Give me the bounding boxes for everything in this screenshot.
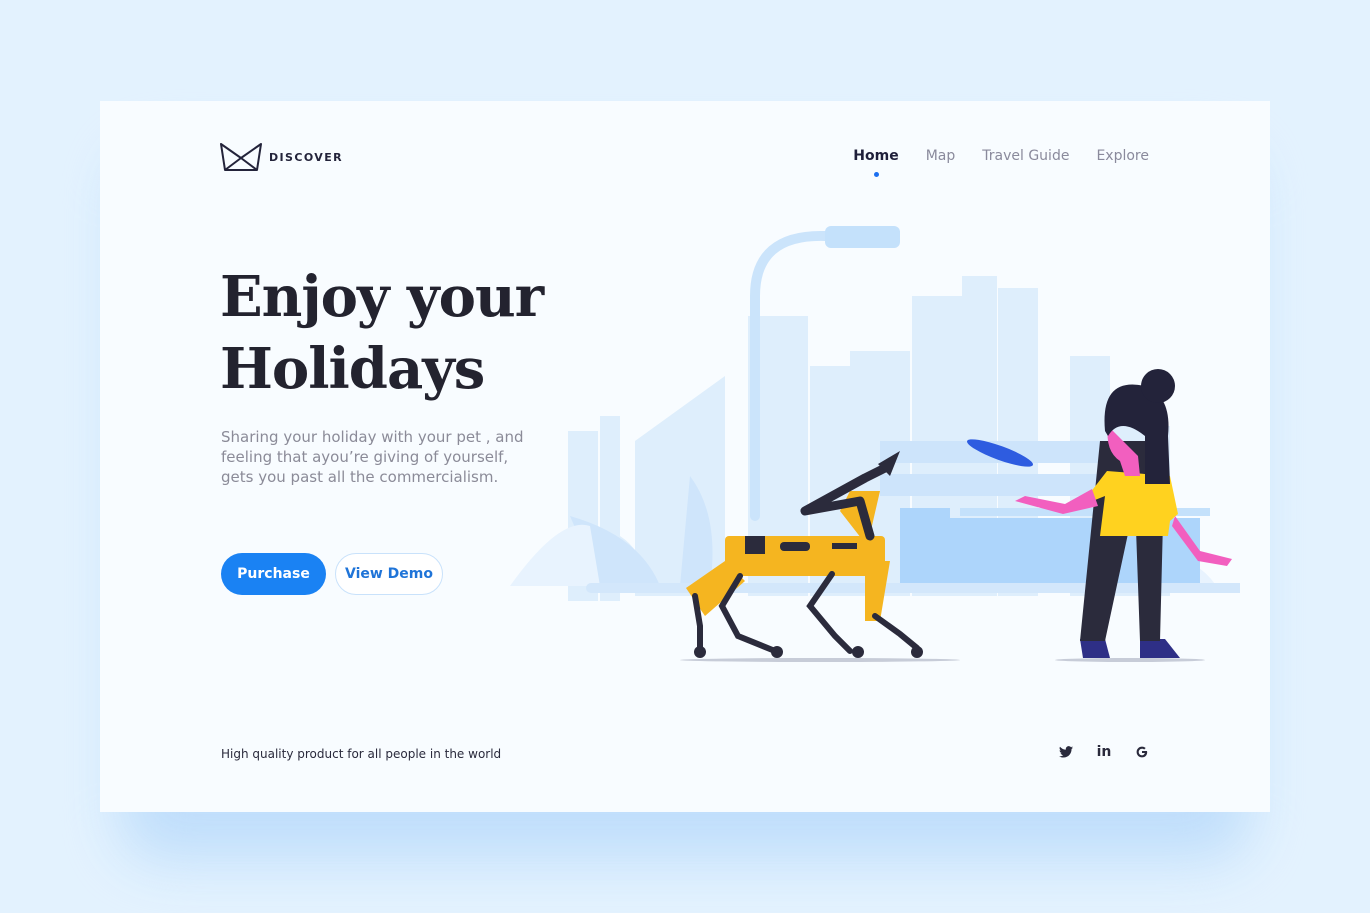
purchase-button[interactable]: Purchase [221, 553, 326, 595]
footer-tagline: High quality product for all people in t… [221, 747, 502, 761]
hero-illustration [510, 226, 1240, 662]
nav-explore[interactable]: Explore [1096, 148, 1149, 164]
crown-outline-icon [220, 143, 262, 171]
nav-explore-label: Explore [1096, 148, 1149, 164]
nav-home-label: Home [853, 148, 899, 164]
google-icon[interactable] [1134, 744, 1150, 760]
nav-travel-guide-label: Travel Guide [982, 148, 1070, 164]
nav-active-indicator [873, 172, 879, 177]
social-links: in [1036, 744, 1150, 760]
twitter-icon[interactable] [1058, 744, 1074, 760]
nav-map[interactable]: Map [926, 148, 956, 164]
nav-home[interactable]: Home [853, 148, 899, 177]
logo[interactable]: DISCOVER [219, 142, 343, 172]
linkedin-glyph: in [1096, 744, 1112, 760]
nav-map-label: Map [925, 148, 956, 164]
brand-name: DISCOVER [269, 150, 343, 164]
linkedin-icon[interactable]: in [1096, 744, 1112, 760]
view-demo-button[interactable]: View Demo [335, 553, 443, 595]
landing-card: DISCOVER Home Map Travel Guide Explore E… [100, 101, 1270, 812]
nav-travel-guide[interactable]: Travel Guide [982, 148, 1069, 164]
main-nav: Home Map Travel Guide Explore [826, 148, 1149, 177]
